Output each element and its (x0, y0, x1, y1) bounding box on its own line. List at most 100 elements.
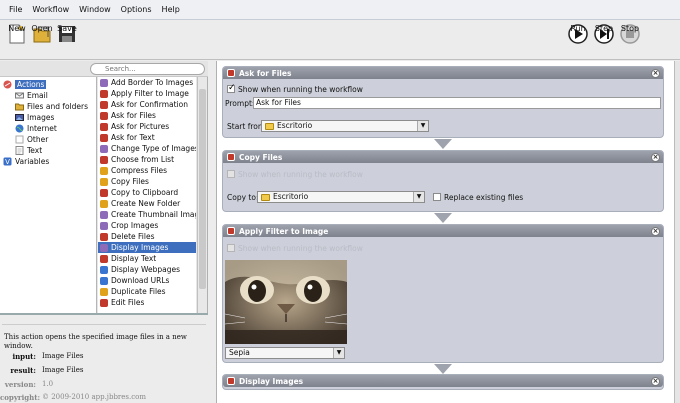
prompt-field[interactable]: Ask for Files (253, 97, 661, 109)
tree-item-text[interactable]: Text (15, 145, 42, 156)
list-item[interactable]: Ask for Confirmation (98, 99, 196, 110)
tree-item-internet[interactable]: Internet (15, 123, 57, 134)
list-item[interactable]: Display Images (98, 242, 196, 253)
copy-to-select[interactable]: Escritorio ▼ (257, 191, 425, 203)
tree-item-actions[interactable]: Actions (3, 79, 47, 90)
cat-image-preview (225, 260, 347, 344)
action-icon (100, 144, 108, 153)
action-icon (100, 265, 108, 274)
tree-label: Actions (15, 80, 47, 89)
start-from-select[interactable]: Escritorio ▼ (261, 120, 429, 132)
stop-button[interactable]: Stop (615, 23, 645, 57)
filter-value: Sepia (229, 348, 250, 357)
list-item-label: Choose from List (111, 155, 175, 164)
card-header: Display Images (223, 375, 663, 387)
list-item[interactable]: Create Thumbnail Image (98, 209, 196, 220)
list-item[interactable]: Choose from List (98, 154, 196, 165)
card-title: Apply Filter to Image (239, 226, 329, 236)
list-item-label: Display Images (111, 243, 169, 252)
workflow-scrollbar[interactable] (674, 61, 680, 403)
action-icon (100, 155, 108, 164)
close-icon[interactable]: × (651, 377, 660, 386)
close-icon[interactable]: × (651, 153, 660, 162)
filter-select[interactable]: Sepia ▼ (225, 347, 345, 359)
action-icon (100, 221, 108, 230)
action-icon (227, 69, 235, 77)
card-title: Display Images (239, 376, 304, 386)
tree-item-email[interactable]: Email (15, 90, 48, 101)
chevron-down-icon: ▼ (333, 348, 344, 358)
list-item[interactable]: Ask for Pictures (98, 121, 196, 132)
flow-connector (434, 364, 452, 374)
menu-bar: File Workflow Window Options Help (0, 0, 680, 20)
show-checkbox[interactable] (227, 170, 235, 178)
list-item[interactable]: Crop Images (98, 220, 196, 231)
list-item[interactable]: Compress Files (98, 165, 196, 176)
tree-label: Images (27, 113, 55, 122)
replace-checkbox[interactable] (433, 193, 441, 201)
list-item-label: Compress Files (111, 166, 168, 175)
list-item[interactable]: Edit Files (98, 297, 196, 308)
action-icon (100, 100, 108, 109)
list-item[interactable]: Create New Folder (98, 198, 196, 209)
list-item[interactable]: Ask for Text (98, 132, 196, 143)
show-checkbox[interactable] (227, 83, 236, 93)
tree-label: Text (27, 146, 43, 155)
menu-file[interactable]: File (4, 0, 27, 20)
folder-icon (265, 122, 274, 130)
show-label: Show when running the workflow (238, 170, 363, 179)
desc-copyright-key: copyright: (0, 393, 41, 402)
list-item[interactable]: Display Text (98, 253, 196, 264)
save-button[interactable]: Save (52, 23, 82, 57)
scrollbar-thumb[interactable] (199, 89, 206, 289)
search-bar (0, 61, 208, 77)
close-icon[interactable]: × (651, 227, 660, 236)
menu-window[interactable]: Window (74, 0, 116, 20)
card-display-images[interactable]: Display Images × (222, 374, 664, 390)
list-item[interactable]: Ask for Files (98, 110, 196, 121)
list-item-label: Create New Folder (111, 199, 181, 208)
svg-text:V: V (5, 158, 10, 166)
list-item[interactable]: Duplicate Files (98, 286, 196, 297)
tree-item-files[interactable]: Files and folders (15, 101, 88, 112)
card-ask-for-files[interactable]: Ask for Files × Show when running the wo… (222, 66, 664, 138)
menu-options[interactable]: Options (116, 0, 157, 20)
flow-connector (434, 139, 452, 149)
desc-copyright-val: © 2009-2010 app.jbbres.com (42, 393, 147, 401)
start-from-value: Escritorio (277, 121, 313, 130)
card-copy-files[interactable]: Copy Files × Show when running the workf… (222, 150, 664, 212)
tree-item-images[interactable]: Images (15, 112, 54, 123)
list-item-label: Display Text (111, 254, 157, 263)
action-icon (100, 276, 108, 285)
show-checkbox[interactable] (227, 244, 235, 252)
action-icon (100, 199, 108, 208)
card-header: Apply Filter to Image (223, 225, 663, 237)
run-label: Run (570, 24, 586, 33)
tree-item-variables[interactable]: V Variables (3, 156, 49, 167)
open-label: Open (31, 24, 53, 33)
list-item[interactable]: Copy Files (98, 176, 196, 187)
list-item[interactable]: Copy to Clipboard (98, 187, 196, 198)
list-item[interactable]: Change Type of Images (98, 143, 196, 154)
list-item[interactable]: Download URLs (98, 275, 196, 286)
description-splitter[interactable] (2, 317, 206, 325)
close-icon[interactable]: × (651, 69, 660, 78)
tree-item-other[interactable]: Other (15, 134, 48, 145)
show-label: Show when running the workflow (238, 244, 363, 253)
list-item-label: Apply Filter to Image (111, 89, 189, 98)
card-apply-filter[interactable]: Apply Filter to Image × Show when runnin… (222, 224, 664, 363)
search-input[interactable] (90, 63, 205, 75)
actions-scrollbar[interactable] (197, 77, 207, 313)
list-item[interactable]: Display Webpages (98, 264, 196, 275)
library-pane: Actions Email Files and folders Images I… (0, 61, 208, 403)
variables-icon: V (3, 157, 12, 166)
list-item[interactable]: Delete Files (98, 231, 196, 242)
menu-help[interactable]: Help (157, 0, 185, 20)
list-item-label: Create Thumbnail Image (111, 210, 196, 219)
save-label: Save (57, 24, 77, 33)
list-item[interactable]: Add Border To Images (98, 77, 196, 88)
card-title: Copy Files (239, 152, 283, 162)
menu-workflow[interactable]: Workflow (27, 0, 74, 20)
list-item[interactable]: Apply Filter to Image (98, 88, 196, 99)
action-description-panel: This action opens the specified image fi… (0, 313, 208, 403)
